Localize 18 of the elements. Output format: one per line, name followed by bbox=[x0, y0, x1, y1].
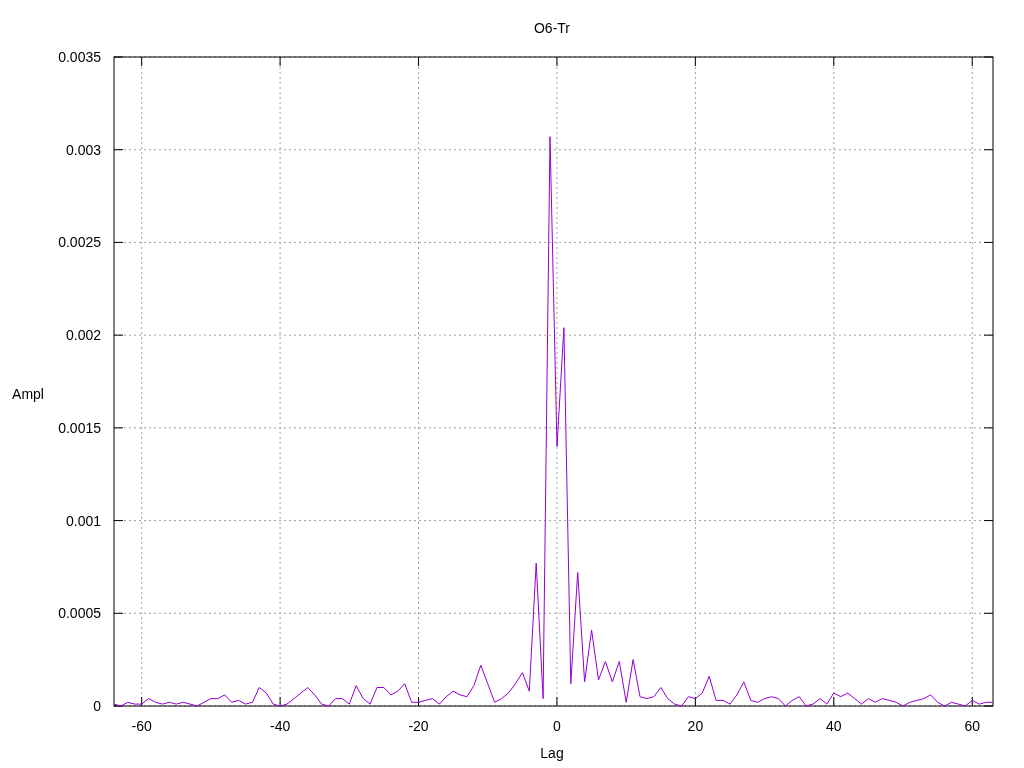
axis-label: Ampl bbox=[12, 386, 44, 402]
tick-label: 40 bbox=[826, 718, 842, 734]
tick-label: 0.0035 bbox=[58, 49, 101, 65]
chart-title: O6-Tr bbox=[534, 20, 570, 36]
tick-label: 0 bbox=[93, 698, 101, 714]
tick-label: 0.0005 bbox=[58, 605, 101, 622]
tick-label: 0.001 bbox=[65, 512, 101, 529]
tick-label: 20 bbox=[687, 718, 704, 734]
tick-label: 0.002 bbox=[65, 327, 101, 344]
tick-label: -40 bbox=[270, 718, 291, 734]
tick-label: -20 bbox=[408, 718, 429, 734]
tick-label: -60 bbox=[131, 718, 152, 734]
tick-label: 60 bbox=[964, 718, 981, 734]
tick-label: 0.003 bbox=[65, 141, 101, 158]
tick-label: 0.0025 bbox=[58, 234, 101, 251]
tick-label: 0 bbox=[553, 718, 561, 734]
axis-label: Lag bbox=[540, 745, 564, 761]
tick-label: 0.0015 bbox=[58, 419, 101, 436]
